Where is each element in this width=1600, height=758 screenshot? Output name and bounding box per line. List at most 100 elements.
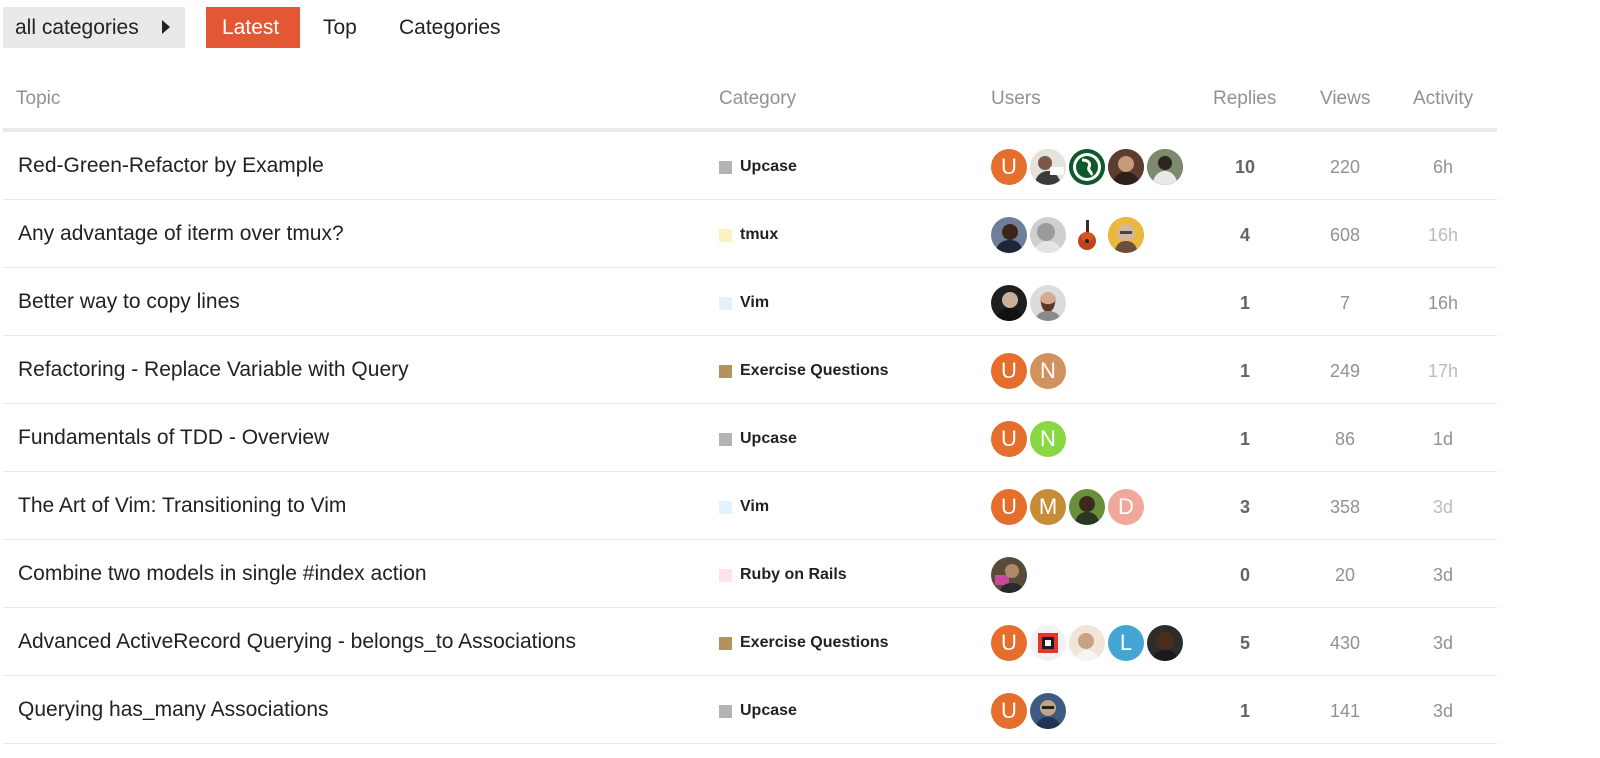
- caret-right-icon: [162, 20, 170, 34]
- topic-title-link[interactable]: The Art of Vim: Transitioning to Vim: [18, 494, 346, 518]
- user-avatar[interactable]: M: [1030, 489, 1066, 525]
- guitar-icon[interactable]: [1069, 217, 1105, 253]
- user-photo-icon[interactable]: [1108, 217, 1144, 253]
- views-count: 430: [1329, 633, 1361, 653]
- views-count: 608: [1329, 225, 1361, 245]
- user-avatar[interactable]: U: [991, 625, 1027, 661]
- topic-list: Topic Category Users Replies Views Activ…: [3, 74, 1497, 744]
- activity-time[interactable]: 3d: [1411, 701, 1475, 722]
- header-replies[interactable]: Replies: [1213, 88, 1276, 110]
- user-avatar[interactable]: U: [991, 693, 1027, 729]
- topic-title-link[interactable]: Better way to copy lines: [18, 290, 240, 314]
- user-avatar[interactable]: U: [991, 421, 1027, 457]
- activity-time[interactable]: 1d: [1411, 429, 1475, 450]
- brewery-logo-icon[interactable]: [1069, 149, 1105, 185]
- header-category[interactable]: Category: [719, 88, 796, 110]
- table-row: Better way to copy lines Vim 1 7 16h: [3, 268, 1497, 336]
- user-photo-icon[interactable]: [1147, 625, 1183, 661]
- category-name: Vim: [740, 498, 770, 515]
- user-avatar[interactable]: D: [1108, 489, 1144, 525]
- replies-count: 4: [1239, 225, 1250, 245]
- activity-time[interactable]: 3d: [1411, 633, 1475, 654]
- user-avatar[interactable]: U: [991, 489, 1027, 525]
- user-photo-icon[interactable]: [1069, 489, 1105, 525]
- category-name: Upcase: [740, 430, 797, 447]
- user-photo-icon[interactable]: [1030, 693, 1066, 729]
- header-views[interactable]: Views: [1320, 88, 1370, 110]
- user-avatar[interactable]: N: [1030, 353, 1066, 389]
- category-badge[interactable]: Exercise Questions: [719, 634, 889, 652]
- replies-count: 3: [1239, 497, 1250, 517]
- category-color-swatch: [719, 704, 732, 718]
- user-photo-icon[interactable]: [991, 285, 1027, 321]
- category-badge[interactable]: Upcase: [719, 430, 797, 448]
- category-name: Exercise Questions: [740, 634, 889, 651]
- topic-title-link[interactable]: Red-Green-Refactor by Example: [18, 154, 324, 178]
- table-row: Red-Green-Refactor by Example Upcase U 1…: [3, 132, 1497, 200]
- user-photo-icon[interactable]: [991, 557, 1027, 593]
- activity-time[interactable]: 3d: [1411, 565, 1475, 586]
- upcase-logo-icon[interactable]: [1030, 625, 1066, 661]
- user-photo-icon[interactable]: [1030, 285, 1066, 321]
- user-photo-icon[interactable]: [991, 217, 1027, 253]
- top-navigation: all categories Latest Top Categories: [0, 0, 1600, 56]
- table-row: Querying has_many Associations Upcase U …: [3, 676, 1497, 744]
- activity-time[interactable]: 3d: [1411, 497, 1475, 518]
- table-row: Fundamentals of TDD - Overview Upcase U …: [3, 404, 1497, 472]
- category-badge[interactable]: Vim: [719, 498, 769, 516]
- views-count: 86: [1334, 429, 1356, 449]
- table-row: The Art of Vim: Transitioning to Vim Vim…: [3, 472, 1497, 540]
- replies-count: 1: [1239, 701, 1250, 721]
- category-name: Exercise Questions: [740, 362, 889, 379]
- topic-title-link[interactable]: Fundamentals of TDD - Overview: [18, 426, 329, 450]
- activity-time[interactable]: 16h: [1411, 293, 1475, 314]
- header-activity[interactable]: Activity: [1413, 88, 1473, 110]
- table-row: Advanced ActiveRecord Querying - belongs…: [3, 608, 1497, 676]
- user-avatar[interactable]: L: [1108, 625, 1144, 661]
- views-count: 249: [1329, 361, 1361, 381]
- user-photo-icon[interactable]: [1030, 217, 1066, 253]
- category-badge[interactable]: Upcase: [719, 702, 797, 720]
- category-badge[interactable]: Upcase: [719, 158, 797, 176]
- views-count: 358: [1329, 497, 1361, 517]
- category-badge[interactable]: tmux: [719, 226, 778, 244]
- category-color-swatch: [719, 432, 732, 446]
- table-row: Combine two models in single #index acti…: [3, 540, 1497, 608]
- category-color-swatch: [719, 568, 732, 582]
- user-photo-icon[interactable]: [1147, 149, 1183, 185]
- user-photo-icon[interactable]: [1108, 149, 1144, 185]
- category-badge[interactable]: Vim: [719, 294, 769, 312]
- replies-count: 0: [1239, 565, 1250, 585]
- user-photo-icon[interactable]: [1030, 149, 1066, 185]
- topic-title-link[interactable]: Combine two models in single #index acti…: [18, 562, 427, 586]
- tab-latest[interactable]: Latest: [206, 7, 300, 48]
- user-avatar[interactable]: N: [1030, 421, 1066, 457]
- user-avatar[interactable]: U: [991, 149, 1027, 185]
- replies-count: 1: [1239, 361, 1250, 381]
- views-count: 220: [1329, 157, 1361, 177]
- category-dropdown[interactable]: all categories: [3, 7, 185, 48]
- topic-title-link[interactable]: Refactoring - Replace Variable with Quer…: [18, 358, 409, 382]
- category-name: Upcase: [740, 702, 797, 719]
- user-avatar[interactable]: U: [991, 353, 1027, 389]
- header-topic[interactable]: Topic: [16, 88, 60, 110]
- topic-title-link[interactable]: Any advantage of iterm over tmux?: [18, 222, 344, 246]
- category-name: Ruby on Rails: [740, 566, 847, 583]
- replies-count: 1: [1239, 293, 1250, 313]
- activity-time[interactable]: 6h: [1411, 157, 1475, 178]
- tab-top[interactable]: Top: [323, 7, 357, 48]
- category-name: Vim: [740, 294, 770, 311]
- category-badge[interactable]: Exercise Questions: [719, 362, 889, 380]
- user-photo-icon[interactable]: [1069, 625, 1105, 661]
- topic-title-link[interactable]: Querying has_many Associations: [18, 698, 329, 722]
- views-count: 141: [1329, 701, 1361, 721]
- topic-title-link[interactable]: Advanced ActiveRecord Querying - belongs…: [18, 630, 576, 654]
- views-count: 7: [1339, 293, 1350, 313]
- category-badge[interactable]: Ruby on Rails: [719, 566, 847, 584]
- category-name: Upcase: [740, 158, 797, 175]
- activity-time[interactable]: 17h: [1411, 361, 1475, 382]
- tab-categories[interactable]: Categories: [399, 7, 501, 48]
- category-name: tmux: [740, 226, 779, 243]
- activity-time[interactable]: 16h: [1411, 225, 1475, 246]
- table-row: Any advantage of iterm over tmux? tmux 4…: [3, 200, 1497, 268]
